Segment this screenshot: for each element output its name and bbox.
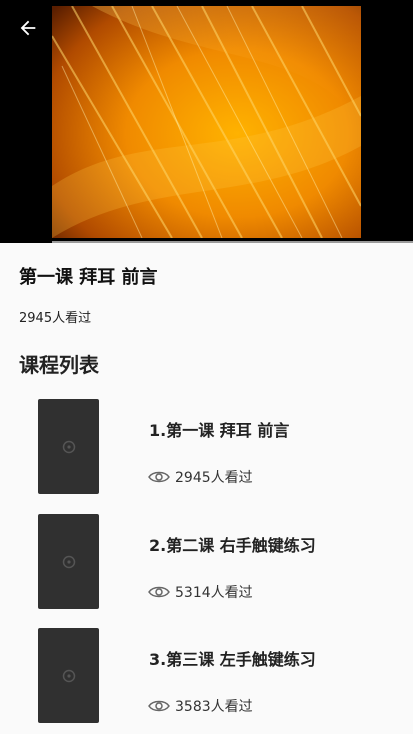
course-thumbnail	[38, 514, 99, 609]
course-item-views-text: 5314人看过	[175, 585, 253, 601]
course-list-item[interactable]: 3.第三课 左手触键练习 3583人看过	[0, 628, 413, 724]
arrow-left-icon	[20, 20, 36, 36]
course-list-item[interactable]: 2.第二课 右手触键练习 5314人看过	[0, 514, 413, 610]
eye-icon	[148, 699, 170, 713]
course-item-views: 3583人看过	[148, 696, 253, 716]
course-item-views-text: 3583人看过	[175, 699, 253, 715]
course-list-heading: 课程列表	[19, 353, 99, 377]
video-frame[interactable]	[52, 6, 361, 238]
course-item-title: 3.第三课 左手触键练习	[149, 650, 316, 669]
progress-divider	[52, 241, 413, 243]
video-poster-image	[52, 6, 361, 238]
course-item-views: 5314人看过	[148, 582, 253, 602]
video-player[interactable]	[0, 0, 413, 243]
eye-icon	[148, 585, 170, 599]
loading-icon	[62, 440, 75, 453]
course-item-title: 1.第一课 拜耳 前言	[149, 421, 290, 440]
loading-icon	[62, 669, 75, 682]
back-button[interactable]	[12, 12, 44, 44]
course-list-item[interactable]: 1.第一课 拜耳 前言 2945人看过	[0, 399, 413, 495]
course-item-views: 2945人看过	[148, 467, 253, 487]
eye-icon	[148, 470, 170, 484]
current-lesson-title: 第一课 拜耳 前言	[19, 267, 158, 288]
loading-icon	[62, 555, 75, 568]
course-item-views-text: 2945人看过	[175, 470, 253, 486]
current-lesson-views: 2945人看过	[19, 311, 92, 326]
course-thumbnail	[38, 628, 99, 723]
course-thumbnail	[38, 399, 99, 494]
course-item-title: 2.第二课 右手触键练习	[149, 536, 316, 555]
